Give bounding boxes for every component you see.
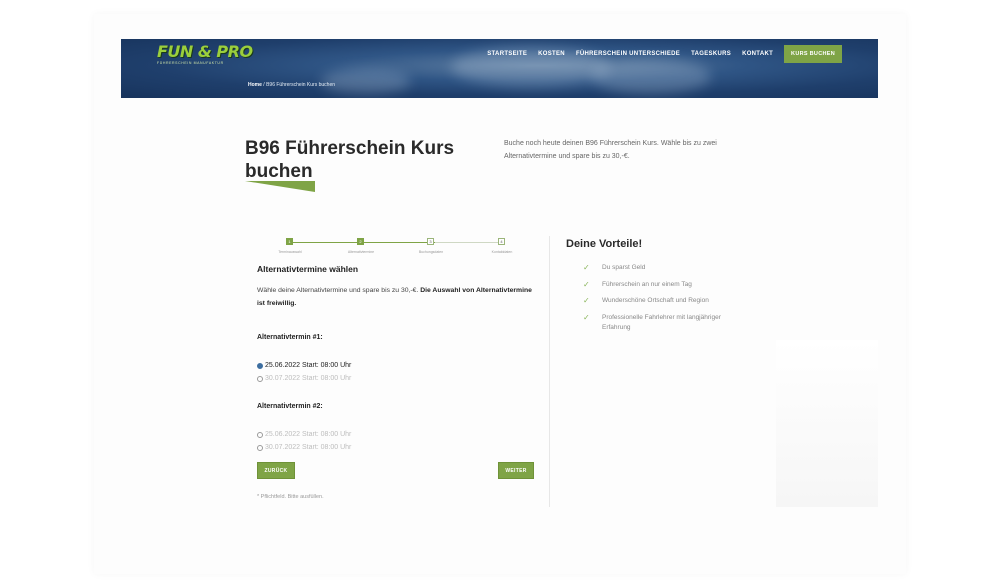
alternativtermine-form: Alternativtermine wählen Wähle deine Alt… bbox=[257, 264, 537, 451]
page-title: B96 Führerschein Kurs buchen bbox=[245, 138, 455, 182]
benefit-text: Führerschein an nur einem Tag bbox=[602, 281, 692, 288]
check-icon: ✓ bbox=[583, 296, 590, 305]
benefit-item: ✓ Wunderschöne Ortschaft und Region bbox=[583, 296, 742, 306]
step-3-label: Buchungsdaten bbox=[418, 250, 444, 254]
site-logo[interactable]: FUN & PRO FÜHRERSCHEIN MANUFAKTUR bbox=[157, 42, 253, 66]
main-nav: STARTSEITE KOSTEN FÜHRERSCHEIN UNTERSCHI… bbox=[487, 45, 842, 63]
breadcrumb-home-link[interactable]: Home bbox=[248, 82, 262, 88]
check-icon: ✓ bbox=[583, 313, 590, 322]
step-1-indicator: 1 bbox=[286, 238, 293, 245]
nav-tageskurs[interactable]: TAGESKURS bbox=[691, 51, 731, 57]
step-4-indicator: 4 bbox=[498, 238, 505, 245]
radio-empty-icon[interactable] bbox=[257, 444, 263, 451]
check-icon: ✓ bbox=[583, 263, 590, 272]
hero-cloud bbox=[591, 59, 711, 94]
benefit-item: ✓ Führerschein an nur einem Tag bbox=[583, 280, 742, 290]
step-4-label: Kontaktdaten bbox=[491, 250, 513, 254]
logo-text: FUN & PRO bbox=[157, 42, 253, 61]
benefit-item: ✓ Professionelle Fahrlehrer mit langjähr… bbox=[583, 313, 742, 333]
form-description: Wähle deine Alternativtermine und spare … bbox=[257, 284, 532, 310]
nav-kontakt[interactable]: KONTAKT bbox=[742, 51, 773, 57]
breadcrumb: Home / B96 Führerschein Kurs buchen bbox=[248, 82, 335, 88]
check-icon: ✓ bbox=[583, 280, 590, 289]
alt1-option-2[interactable]: 30.07.2022 Start: 08:00 Uhr bbox=[257, 375, 351, 382]
hero-header: FUN & PRO FÜHRERSCHEIN MANUFAKTUR STARTS… bbox=[121, 39, 878, 98]
nav-kosten[interactable]: KOSTEN bbox=[538, 51, 565, 57]
alt2-option-1[interactable]: 25.06.2022 Start: 08:00 Uhr bbox=[257, 431, 351, 438]
benefit-text: Du sparst Geld bbox=[602, 264, 646, 271]
logo-tagline: FÜHRERSCHEIN MANUFAKTUR bbox=[157, 61, 224, 65]
alt1-option-2-text: 30.07.2022 Start: 08:00 Uhr bbox=[265, 375, 352, 382]
step-2-indicator: 2 bbox=[357, 238, 364, 245]
alt2-option-1-text: 25.06.2022 Start: 08:00 Uhr bbox=[265, 431, 352, 438]
step-3-indicator: 3 bbox=[427, 238, 434, 245]
alt1-option-1-text: 25.06.2022 Start: 08:00 Uhr bbox=[265, 362, 352, 369]
alt2-option-2-text: 30.07.2022 Start: 08:00 Uhr bbox=[265, 444, 352, 451]
radio-selected-icon[interactable] bbox=[257, 362, 263, 369]
alt2-option-2[interactable]: 30.07.2022 Start: 08:00 Uhr bbox=[257, 444, 351, 451]
back-button[interactable]: ZURÜCK bbox=[257, 462, 295, 479]
decorative-fade bbox=[776, 340, 878, 507]
benefit-text: Wunderschöne Ortschaft und Region bbox=[602, 297, 709, 304]
step-connector bbox=[365, 242, 435, 243]
title-underline-decoration bbox=[245, 181, 315, 192]
next-button[interactable]: WEITER bbox=[498, 462, 534, 479]
intro-text: Buche noch heute deinen B96 Führerschein… bbox=[504, 140, 717, 160]
form-title: Alternativtermine wählen bbox=[257, 264, 359, 274]
benefit-text: Professionelle Fahrlehrer mit langjährig… bbox=[602, 314, 721, 331]
step-connector bbox=[290, 242, 365, 243]
form-description-text: Wähle deine Alternativtermine und spare … bbox=[257, 287, 421, 294]
nav-startseite[interactable]: STARTSEITE bbox=[487, 51, 527, 57]
alt1-option-1[interactable]: 25.06.2022 Start: 08:00 Uhr bbox=[257, 362, 351, 369]
breadcrumb-current: B96 Führerschein Kurs buchen bbox=[266, 82, 336, 88]
required-field-note: * Pflichtfeld. Bitte ausfüllen. bbox=[257, 494, 324, 500]
benefit-item: ✓ Du sparst Geld bbox=[583, 263, 742, 273]
nav-fuehrerschein-unterschiede[interactable]: FÜHRERSCHEIN UNTERSCHIEDE bbox=[576, 51, 680, 57]
step-connector bbox=[435, 242, 505, 243]
benefits-title: Deine Vorteile! bbox=[566, 238, 643, 250]
progress-steps: 1 2 3 4 Terminauswahl Alternativtermine … bbox=[270, 237, 520, 261]
step-1-label: Terminauswahl bbox=[278, 250, 302, 254]
alternativtermin-2-label: Alternativtermin #2: bbox=[257, 403, 323, 410]
alternativtermin-1-label: Alternativtermin #1: bbox=[257, 334, 323, 341]
radio-empty-icon[interactable] bbox=[257, 431, 263, 438]
radio-empty-icon[interactable] bbox=[257, 375, 263, 382]
step-2-label: Alternativtermine bbox=[347, 250, 375, 254]
column-divider bbox=[549, 236, 550, 507]
kurs-buchen-button[interactable]: KURS BUCHEN bbox=[784, 45, 842, 63]
